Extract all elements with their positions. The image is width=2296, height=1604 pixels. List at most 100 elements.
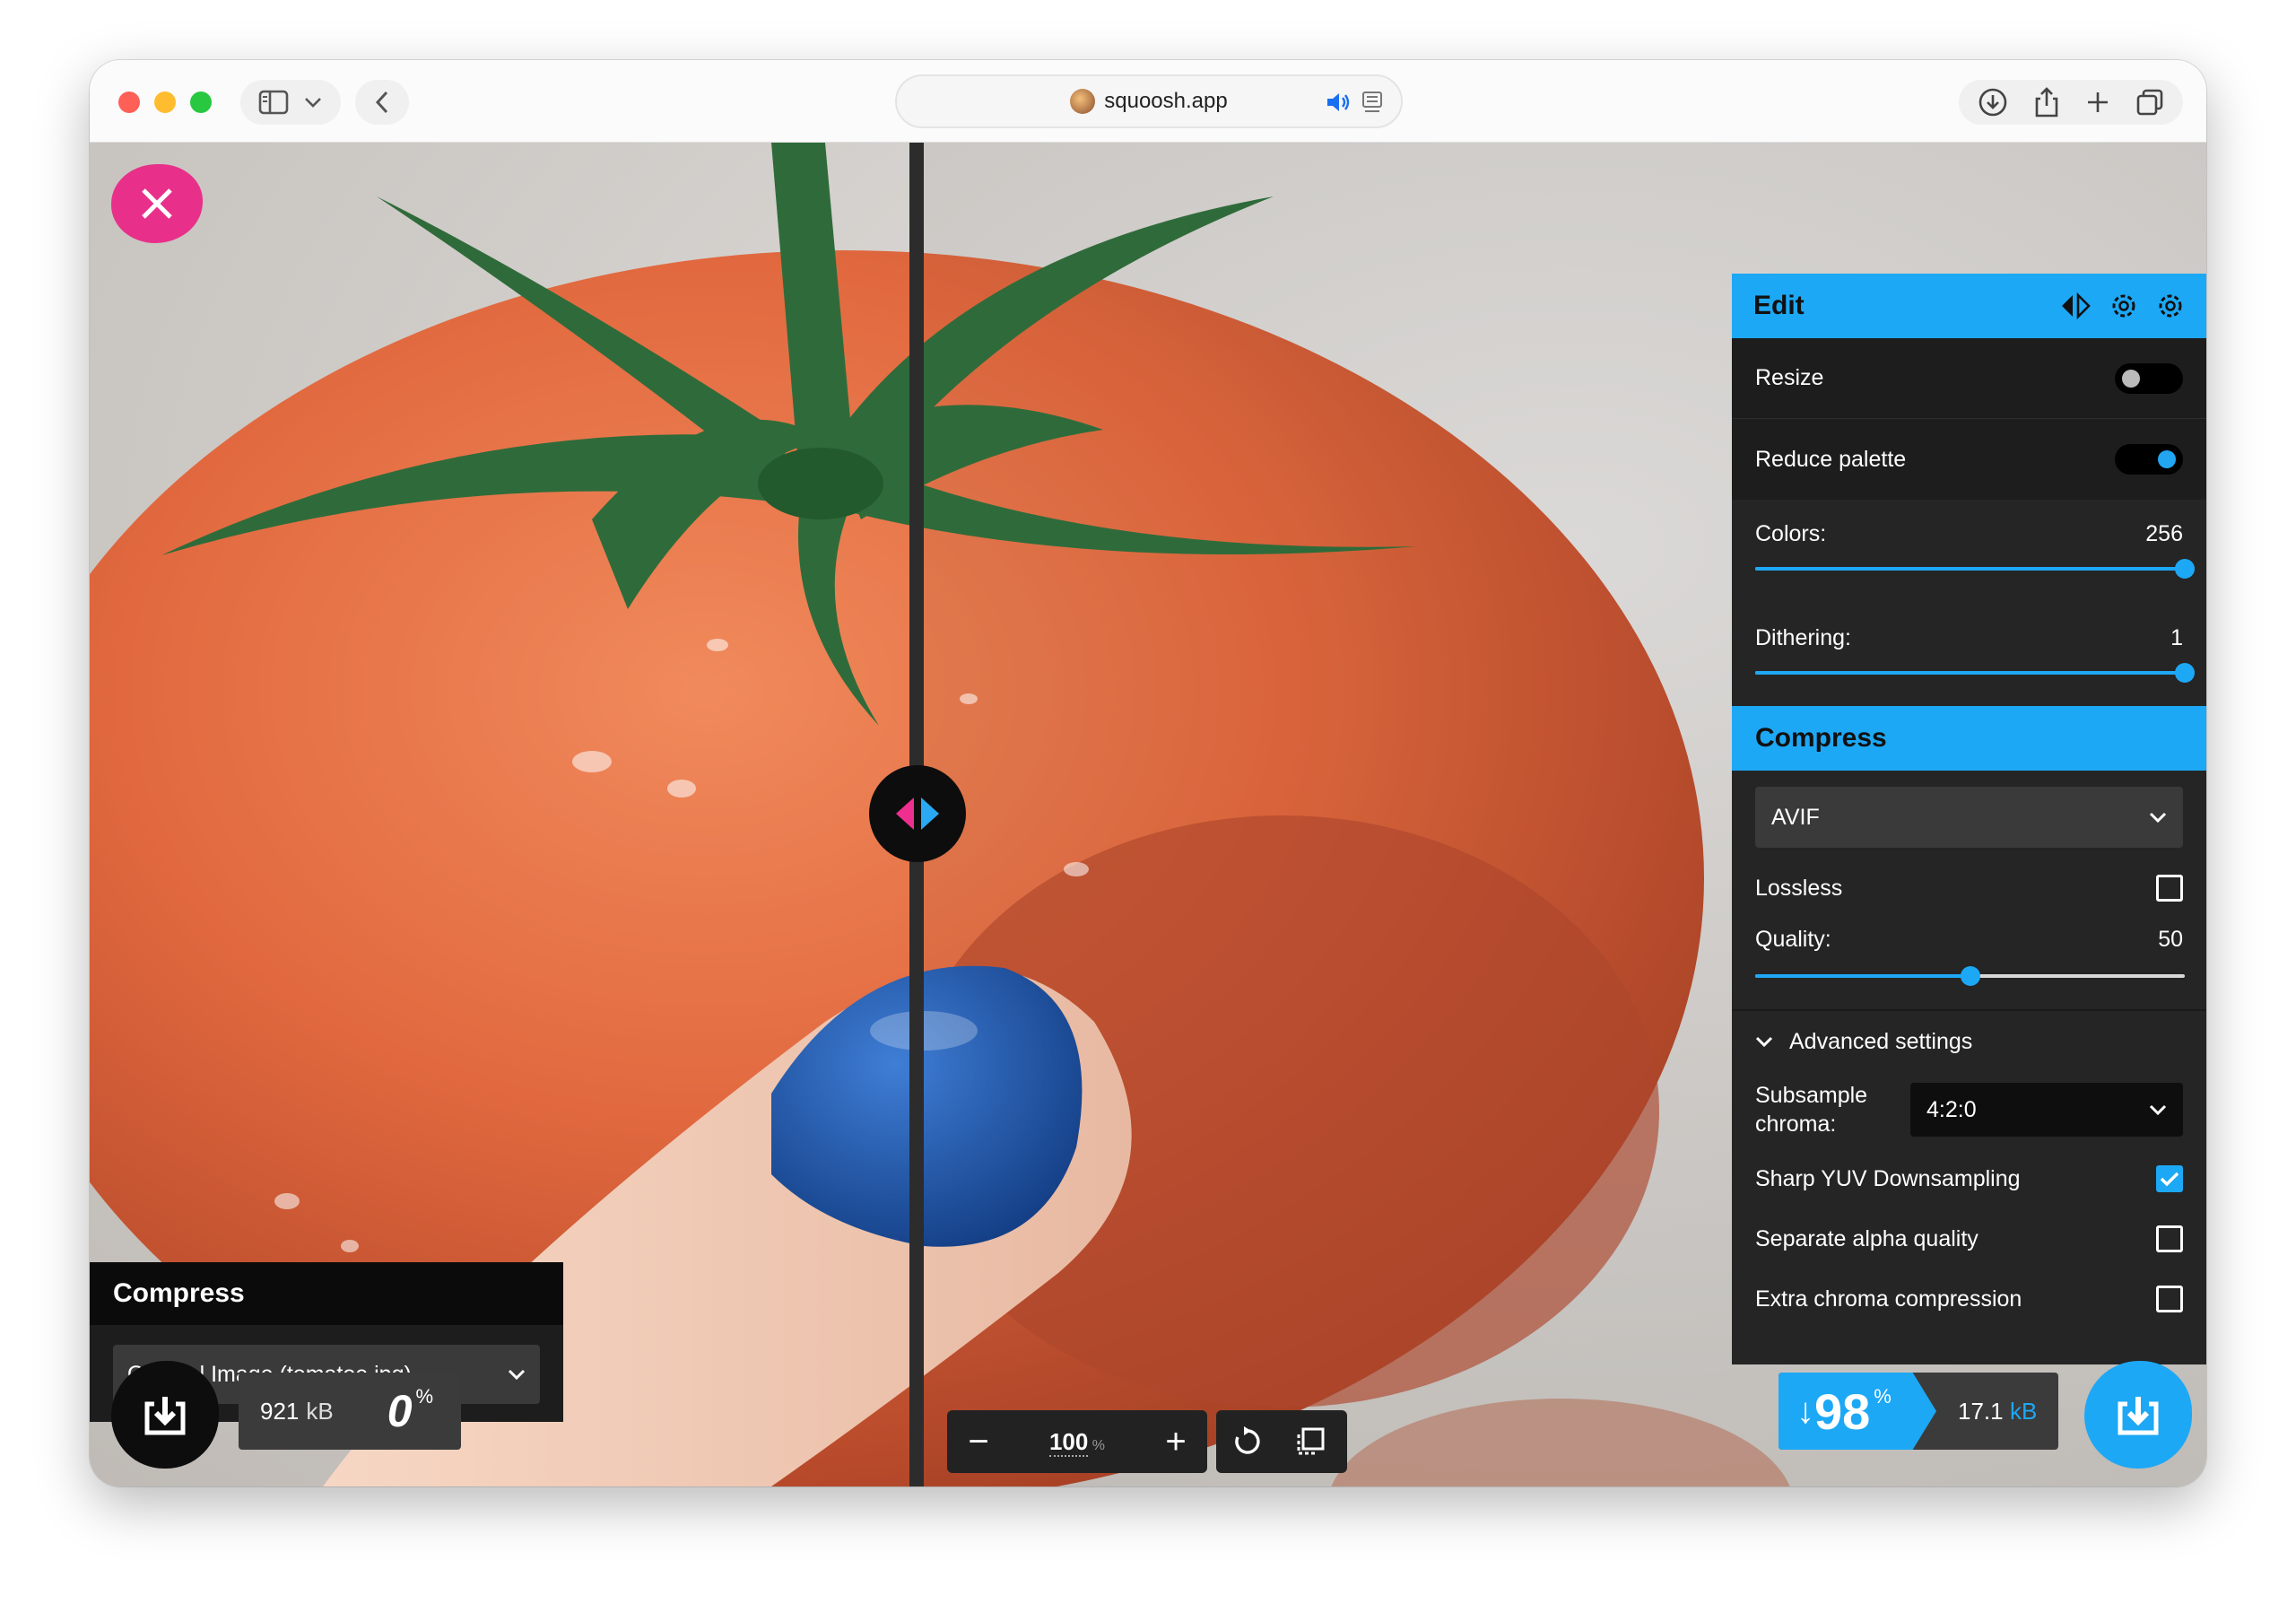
resize-label: Resize xyxy=(1755,365,1824,390)
savings-arrow: ↓ xyxy=(1796,1390,1814,1431)
colors-label: Colors: xyxy=(1755,520,1827,546)
zoom-value: 100 xyxy=(1048,1427,1089,1457)
subsample-label: Subsample chroma: xyxy=(1755,1081,1867,1138)
zoom-controls: − 100 % + xyxy=(947,1410,1347,1473)
download-icon xyxy=(144,1397,186,1435)
zoom-out-button[interactable]: − xyxy=(947,1410,1010,1473)
download-compressed-button[interactable] xyxy=(2084,1361,2192,1469)
site-favicon xyxy=(1070,89,1096,114)
lossless-label: Lossless xyxy=(1755,875,1843,901)
import-settings-icon[interactable] xyxy=(2156,292,2185,320)
subsample-row: Subsample chroma: 4:2:0 xyxy=(1732,1072,2206,1147)
plus-icon[interactable] xyxy=(2085,90,2110,115)
browser-window: squoosh.app Edit Resize Reduce palette C… xyxy=(90,60,2206,1486)
toggle-background-button[interactable] xyxy=(1279,1410,1342,1473)
separate-alpha-checkbox[interactable] xyxy=(2156,1225,2183,1252)
rotate-icon xyxy=(1235,1426,1260,1454)
chevron-down-icon xyxy=(305,98,321,108)
speaker-icon[interactable] xyxy=(1326,91,1351,120)
back-icon xyxy=(375,91,388,114)
dithering-slider[interactable] xyxy=(1755,659,2195,686)
sharp-yuv-checkbox[interactable] xyxy=(2156,1165,2183,1192)
colors-slider[interactable] xyxy=(1755,555,2195,582)
sidebar-toggle-button[interactable] xyxy=(240,80,341,125)
compressed-size-value: 17.1 xyxy=(1958,1398,2004,1425)
sharp-yuv-row: Sharp YUV Downsampling xyxy=(1732,1149,2206,1208)
quality-slider-thumb[interactable] xyxy=(1960,966,1980,986)
reader-icon[interactable] xyxy=(1361,91,1383,120)
zoom-window-button[interactable] xyxy=(190,92,212,113)
savings-percent-sign: % xyxy=(1874,1385,1892,1408)
compressed-stats: ↓ 98 % 17.1 kB xyxy=(1779,1373,2058,1450)
codec-select[interactable]: AVIF xyxy=(1755,787,2183,848)
left-compress-header: Compress xyxy=(90,1262,563,1325)
original-size-unit: kB xyxy=(306,1397,334,1425)
rotate-button[interactable] xyxy=(1216,1410,1279,1473)
comparison-slider-handle[interactable] xyxy=(869,765,966,862)
codec-value: AVIF xyxy=(1771,804,1820,830)
subsample-label-line2: chroma: xyxy=(1755,1111,1837,1137)
download-icon[interactable] xyxy=(1978,87,2008,118)
compressed-size-unit: kB xyxy=(2010,1398,2038,1425)
compress-title: Compress xyxy=(1755,723,1887,753)
browser-toolbar: squoosh.app xyxy=(90,60,2206,143)
lossless-checkbox[interactable] xyxy=(2156,875,2183,902)
original-size-value: 921 xyxy=(260,1397,300,1425)
original-percent-sign: % xyxy=(415,1385,434,1408)
settings-panel-right: Edit Resize Reduce palette Colors: 256 D… xyxy=(1732,274,2206,1364)
split-arrows-icon xyxy=(896,798,939,830)
right-toolbar xyxy=(1959,80,2183,125)
view-tools-group xyxy=(1216,1410,1347,1473)
resize-toggle[interactable] xyxy=(2115,362,2183,394)
colors-slider-thumb[interactable] xyxy=(2175,559,2195,579)
close-icon xyxy=(142,188,172,219)
url-text: squoosh.app xyxy=(1104,89,1228,113)
reduce-palette-toggle[interactable] xyxy=(2115,444,2183,475)
subsample-value: 4:2:0 xyxy=(1926,1096,1977,1122)
resize-row: Resize xyxy=(1732,338,2206,419)
advanced-settings-toggle[interactable]: Advanced settings xyxy=(1732,1011,2206,1072)
save-settings-icon[interactable] xyxy=(2109,292,2138,320)
share-icon[interactable] xyxy=(2033,86,2060,118)
quality-value[interactable]: 50 xyxy=(2158,927,2183,953)
zoom-in-button[interactable]: + xyxy=(1144,1410,1207,1473)
zoom-level[interactable]: 100 % xyxy=(1010,1427,1144,1457)
left-compress-title: Compress xyxy=(113,1278,245,1308)
chevron-down-icon xyxy=(1755,1036,1773,1047)
colors-value[interactable]: 256 xyxy=(2145,521,2183,547)
checkmark-icon xyxy=(2160,1172,2179,1187)
minimize-window-button[interactable] xyxy=(154,92,176,113)
zoom-group: − 100 % + xyxy=(947,1410,1207,1473)
reduce-palette-label: Reduce palette xyxy=(1755,446,1907,472)
copy-settings-icon[interactable] xyxy=(2059,292,2092,319)
quality-row: Quality: 50 xyxy=(1732,920,2206,959)
edit-header: Edit xyxy=(1732,274,2206,338)
dithering-value[interactable]: 1 xyxy=(2170,625,2183,651)
back-button[interactable] xyxy=(355,80,409,125)
subsample-select[interactable]: 4:2:0 xyxy=(1910,1083,2183,1137)
dithering-slider-thumb[interactable] xyxy=(2175,663,2195,683)
extra-chroma-label: Extra chroma compression xyxy=(1755,1286,2022,1312)
dithering-row: Dithering: 1 xyxy=(1732,618,2206,658)
extra-chroma-checkbox[interactable] xyxy=(2156,1286,2183,1312)
chevron-down-icon xyxy=(2149,812,2167,823)
savings-percent-value: 98 xyxy=(1814,1382,1871,1440)
tabs-icon[interactable] xyxy=(2135,88,2164,117)
download-original-button[interactable] xyxy=(111,1361,219,1469)
download-icon xyxy=(2118,1397,2159,1435)
subsample-label-line1: Subsample xyxy=(1755,1083,1868,1108)
quality-slider[interactable] xyxy=(1755,963,2185,989)
original-size-stat: 921 kB 0 % xyxy=(239,1373,461,1450)
separate-alpha-label: Separate alpha quality xyxy=(1755,1225,1979,1251)
reduce-palette-row: Reduce palette xyxy=(1732,419,2206,500)
edit-title: Edit xyxy=(1753,291,1805,320)
separate-alpha-row: Separate alpha quality xyxy=(1732,1208,2206,1269)
address-bar[interactable]: squoosh.app xyxy=(895,74,1403,128)
dithering-label: Dithering: xyxy=(1755,624,1851,650)
sidebar-icon xyxy=(258,90,289,115)
zoom-unit: % xyxy=(1091,1437,1106,1453)
chevron-down-icon xyxy=(2149,1104,2167,1115)
sharp-yuv-label: Sharp YUV Downsampling xyxy=(1755,1165,2021,1191)
background-toggle-icon xyxy=(1297,1427,1325,1455)
close-window-button[interactable] xyxy=(118,92,140,113)
